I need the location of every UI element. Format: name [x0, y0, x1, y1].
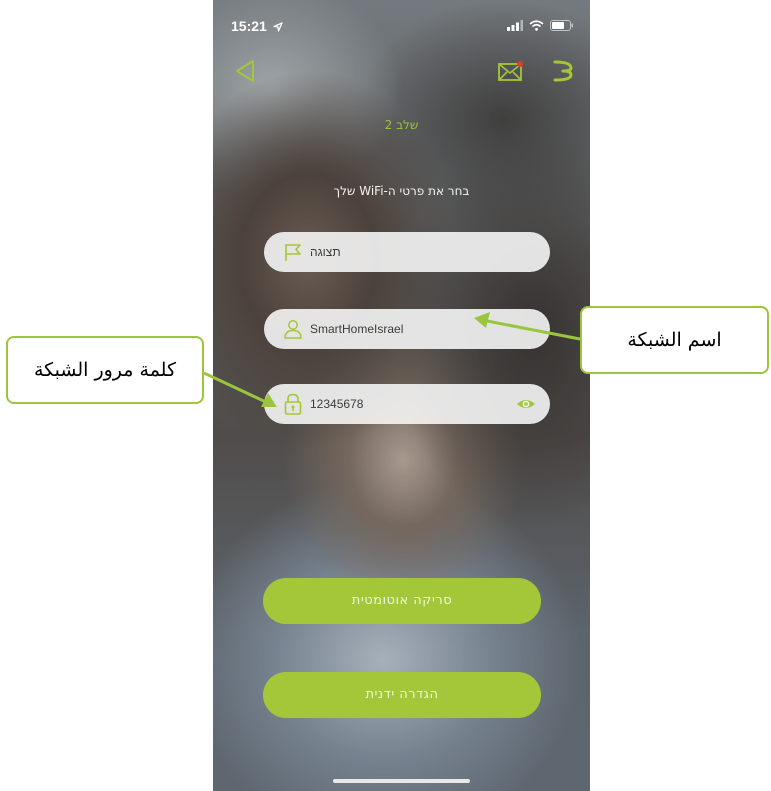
back-arrow-icon[interactable] [233, 58, 257, 84]
password-field[interactable]: 12345678 [264, 384, 550, 424]
manual-setup-button[interactable]: הגדרה ידנית [263, 672, 541, 718]
flag-icon [282, 241, 304, 263]
wifi-icon [529, 20, 544, 31]
mail-icon[interactable] [498, 60, 524, 82]
network-password-callout: كلمة مرور الشبكة [6, 336, 204, 404]
display-field[interactable]: תצוגה [264, 232, 550, 272]
instruction-text: בחר את פרטי ה-WiFi שלך [333, 184, 470, 198]
step-label: שלב 2 [384, 118, 419, 132]
network-name-callout-text: اسم الشبكة [627, 329, 722, 351]
phone-screen: 15:21 שלב 2 בחר את פרטי ה-WiFi שלך תצוגה… [213, 0, 590, 791]
network-name-field[interactable]: SmartHomeIsrael [264, 309, 550, 349]
network-name-value: SmartHomeIsrael [310, 322, 404, 336]
eye-icon[interactable] [516, 394, 536, 414]
logo-icon[interactable] [551, 58, 575, 84]
network-name-callout: اسم الشبكة [580, 306, 769, 374]
network-password-callout-text: كلمة مرور الشبكة [33, 359, 177, 381]
lock-icon [282, 393, 304, 415]
status-time: 15:21 [231, 18, 283, 34]
display-field-value: תצוגה [310, 245, 341, 259]
password-value: 12345678 [310, 397, 364, 411]
user-icon [282, 318, 304, 340]
location-icon [273, 22, 283, 32]
status-indicators [507, 20, 574, 31]
battery-icon [550, 20, 573, 31]
home-indicator [333, 779, 470, 783]
auto-scan-button[interactable]: סריקה אוטומטית [263, 578, 541, 624]
signal-icon [507, 20, 523, 31]
